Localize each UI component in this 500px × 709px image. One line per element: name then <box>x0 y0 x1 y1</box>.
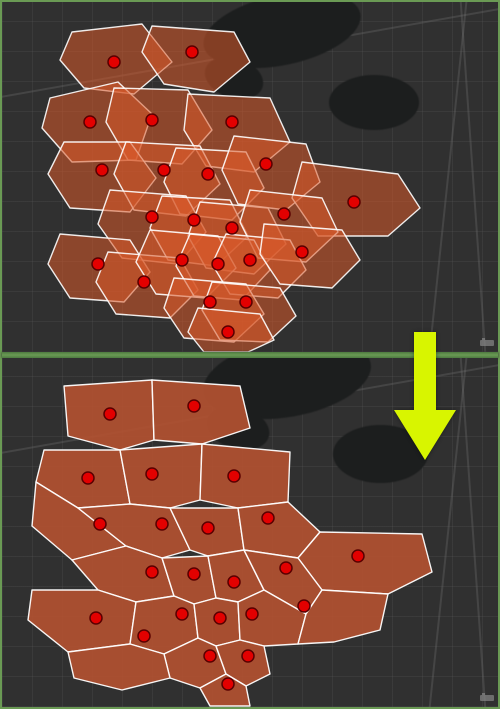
location-marker <box>104 408 116 420</box>
location-marker <box>92 258 104 270</box>
location-marker <box>188 568 200 580</box>
location-marker <box>176 254 188 266</box>
polygon-overlay-overlapping <box>2 2 498 352</box>
map-panel-before <box>2 2 498 352</box>
location-marker <box>96 164 108 176</box>
map-attribution-icon <box>480 338 494 348</box>
location-marker <box>280 562 292 574</box>
location-marker <box>146 468 158 480</box>
coverage-polygon <box>68 644 170 690</box>
location-marker <box>298 600 310 612</box>
location-marker <box>188 214 200 226</box>
location-marker <box>82 472 94 484</box>
location-marker <box>138 630 150 642</box>
location-marker <box>156 518 168 530</box>
location-marker <box>90 612 102 624</box>
location-marker <box>212 258 224 270</box>
location-marker <box>222 326 234 338</box>
coverage-polygon <box>120 444 202 508</box>
coverage-polygon <box>200 444 290 508</box>
map-attribution-icon <box>480 693 494 703</box>
location-marker <box>222 678 234 690</box>
location-marker <box>108 56 120 68</box>
location-marker <box>226 116 238 128</box>
location-marker <box>146 566 158 578</box>
location-marker <box>202 522 214 534</box>
before-after-map-figure <box>0 0 500 709</box>
location-marker <box>240 296 252 308</box>
location-marker <box>242 650 254 662</box>
location-marker <box>296 246 308 258</box>
polygon-group <box>42 24 420 352</box>
coverage-polygon <box>142 26 250 92</box>
location-marker <box>146 211 158 223</box>
location-marker <box>204 650 216 662</box>
location-marker <box>348 196 360 208</box>
coverage-polygon <box>152 380 250 444</box>
location-marker <box>244 254 256 266</box>
coverage-polygon <box>28 590 136 652</box>
location-marker <box>226 222 238 234</box>
location-marker <box>188 400 200 412</box>
location-marker <box>352 550 364 562</box>
location-marker <box>228 470 240 482</box>
location-marker <box>146 114 158 126</box>
location-marker <box>94 518 106 530</box>
location-marker <box>186 46 198 58</box>
location-marker <box>176 608 188 620</box>
map-panel-after <box>2 358 498 707</box>
location-marker <box>138 276 150 288</box>
location-marker <box>228 576 240 588</box>
polygon-overlay-tessellated <box>2 358 498 707</box>
location-marker <box>260 158 272 170</box>
location-marker <box>246 608 258 620</box>
location-marker <box>204 296 216 308</box>
location-marker <box>214 612 226 624</box>
polygon-group <box>28 380 432 706</box>
location-marker <box>202 168 214 180</box>
location-marker <box>158 164 170 176</box>
location-marker <box>278 208 290 220</box>
location-marker <box>84 116 96 128</box>
location-marker <box>262 512 274 524</box>
